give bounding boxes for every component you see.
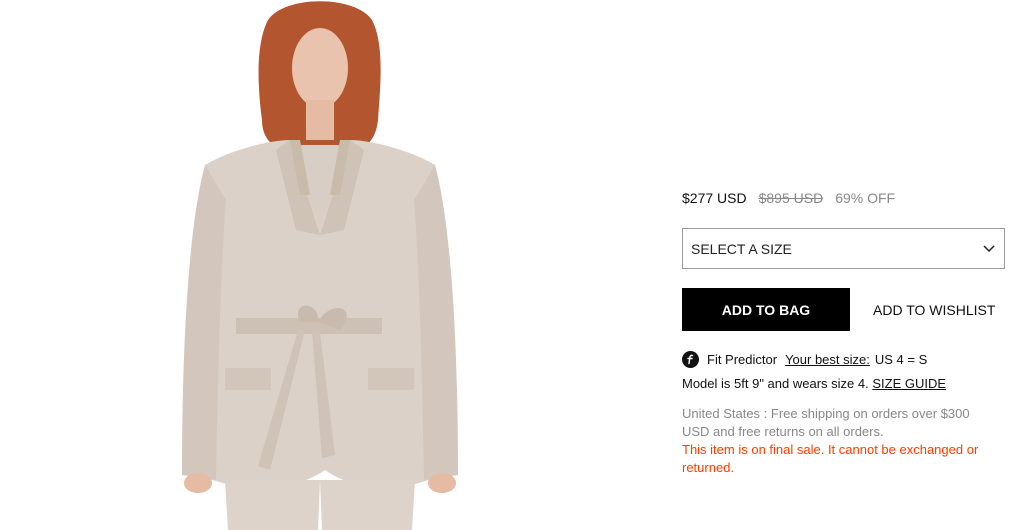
action-buttons: ADD TO BAG ADD TO WISHLIST: [682, 288, 1005, 331]
product-photo-illustration: [182, 1, 458, 530]
current-price: $277 USD: [682, 190, 747, 206]
model-info: Model is 5ft 9" and wears size 4. SIZE G…: [682, 376, 1005, 394]
fit-predictor-row: Fit Predictor Your best size: US 4 = S: [682, 350, 1005, 368]
add-to-bag-button[interactable]: ADD TO BAG: [682, 288, 850, 331]
discount-label: 69% OFF: [835, 190, 896, 206]
chevron-down-icon: [982, 242, 996, 256]
model-info-text: Model is 5ft 9" and wears size 4.: [682, 376, 869, 391]
product-image[interactable]: [0, 0, 640, 530]
final-sale-notice: This item is on final sale. It cannot be…: [682, 442, 979, 475]
best-size-link[interactable]: Your best size:: [785, 352, 870, 367]
price-row: $277 USD $895 USD 69% OFF: [682, 190, 1005, 210]
add-to-wishlist-button[interactable]: ADD TO WISHLIST: [873, 302, 995, 318]
product-page: $277 USD $895 USD 69% OFF SELECT A SIZE …: [0, 0, 1023, 530]
size-guide-link[interactable]: SIZE GUIDE: [872, 376, 946, 391]
shipping-info: United States : Free shipping on orders …: [682, 406, 970, 439]
size-select-placeholder: SELECT A SIZE: [691, 240, 792, 257]
fit-predictor-label: Fit Predictor: [707, 351, 778, 367]
original-price: $895 USD: [758, 190, 824, 206]
size-select[interactable]: SELECT A SIZE: [682, 228, 1005, 269]
fit-predictor-icon: [682, 350, 699, 368]
purchase-panel: $277 USD $895 USD 69% OFF SELECT A SIZE …: [682, 190, 1005, 477]
best-size-value: US 4 = S: [874, 351, 928, 367]
